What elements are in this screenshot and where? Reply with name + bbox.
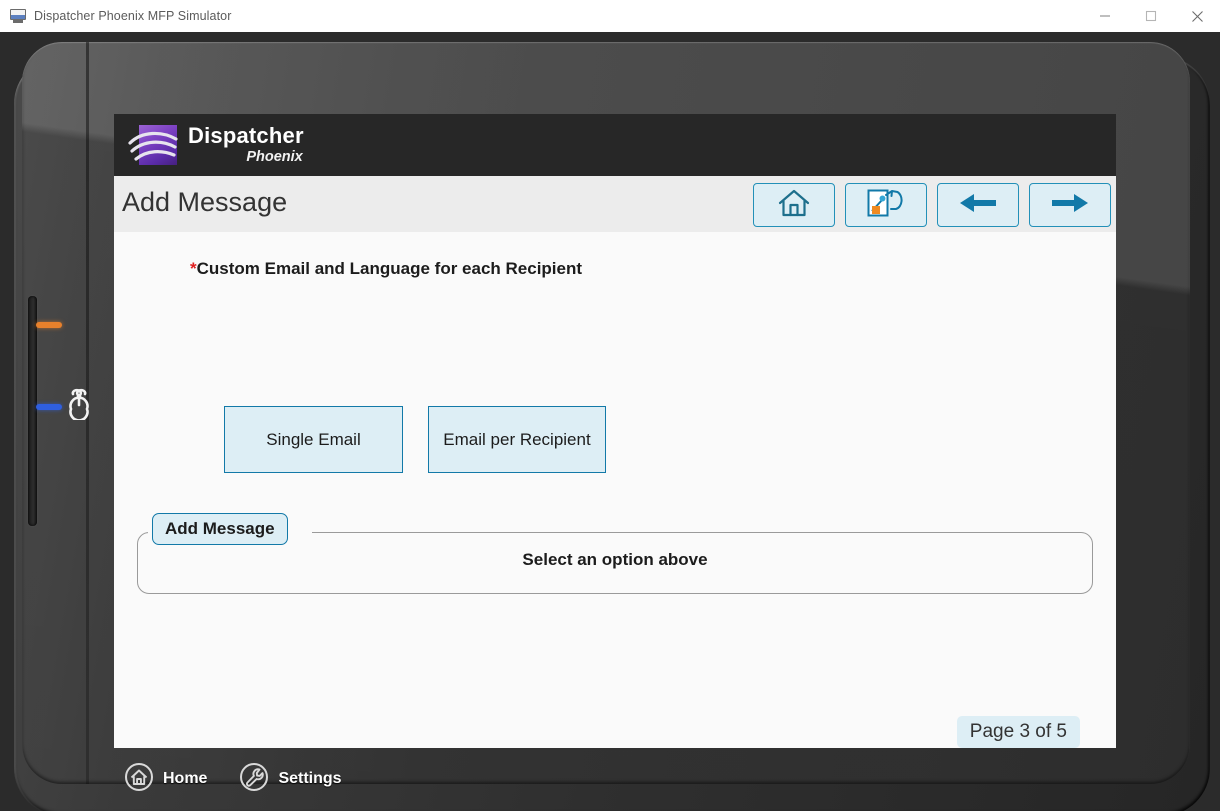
header-toolbar — [753, 183, 1111, 227]
power-button-icon[interactable] — [62, 384, 96, 422]
required-field-text: Custom Email and Language for each Recip… — [196, 259, 583, 278]
window-titlebar: Dispatcher Phoenix MFP Simulator — [0, 0, 1220, 32]
single-email-button[interactable]: Single Email — [224, 406, 403, 473]
email-mode-options: Single Email Email per Recipient — [224, 406, 606, 473]
window-title: Dispatcher Phoenix MFP Simulator — [34, 9, 232, 23]
brand-bar: Dispatcher Phoenix — [114, 114, 1116, 176]
bottom-navigation: Home Settings — [114, 748, 1116, 810]
nav-settings-button[interactable]: Settings — [239, 762, 342, 797]
back-button[interactable] — [937, 183, 1019, 227]
reset-document-icon — [865, 187, 907, 224]
orange-status-led — [36, 322, 62, 328]
page-title: Add Message — [122, 187, 288, 217]
required-field-label: *Custom Email and Language for each Reci… — [190, 259, 582, 279]
wrench-circle-icon — [239, 762, 269, 797]
add-message-panel: Add Message Select an option above — [137, 513, 1093, 594]
minimize-icon[interactable] — [1082, 0, 1128, 32]
page-body: *Custom Email and Language for each Reci… — [114, 232, 1116, 748]
add-message-legend: Add Message — [152, 513, 288, 545]
brand-title: Dispatcher — [188, 123, 304, 149]
page-indicator: Page 3 of 5 — [956, 716, 1080, 748]
home-icon — [777, 188, 811, 223]
email-per-recipient-button[interactable]: Email per Recipient — [428, 406, 606, 473]
brand-text: Dispatcher Phoenix — [188, 125, 304, 165]
home-button[interactable] — [753, 183, 835, 227]
monitor-icon — [10, 9, 26, 23]
arrow-right-icon — [1050, 191, 1090, 220]
arrow-left-icon — [958, 191, 998, 220]
reset-button[interactable] — [845, 183, 927, 227]
page-header: Add Message — [114, 176, 1116, 232]
nav-home-button[interactable]: Home — [124, 762, 207, 797]
next-button[interactable] — [1029, 183, 1111, 227]
dispatcher-phoenix-logo — [128, 123, 182, 167]
mfp-touchscreen: Dispatcher Phoenix Add Message *Custom E… — [114, 114, 1116, 748]
add-message-empty-text: Select an option above — [522, 550, 708, 569]
blue-status-led — [36, 404, 62, 410]
mfp-device-frame: Dispatcher Phoenix Add Message *Custom E… — [0, 32, 1220, 811]
nav-home-label: Home — [163, 770, 208, 787]
required-asterisk: * — [190, 259, 197, 278]
device-side-slot — [28, 296, 37, 526]
nav-settings-label: Settings — [278, 770, 342, 787]
home-circle-icon — [124, 762, 154, 797]
window-controls — [1082, 0, 1220, 32]
close-icon[interactable] — [1174, 0, 1220, 32]
brand-subtitle: Phoenix — [246, 149, 303, 166]
maximize-icon[interactable] — [1128, 0, 1174, 32]
